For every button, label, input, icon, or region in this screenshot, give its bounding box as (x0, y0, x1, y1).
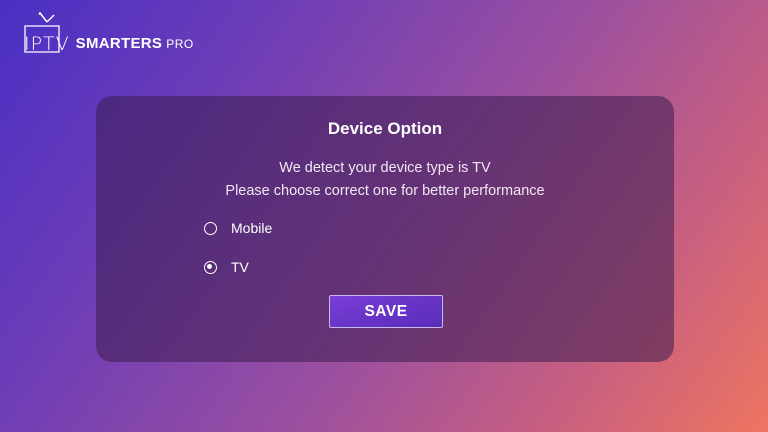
logo-smarters-text: SMARTERS (75, 35, 163, 52)
antenna-icon (38, 12, 55, 23)
option-tv-label: TV (231, 259, 249, 275)
dialog-message-line1: We detect your device type is TV (279, 160, 491, 176)
device-option-dialog: Device Option We detect your device type… (96, 96, 674, 362)
radio-mobile[interactable] (204, 221, 217, 235)
app-logo: IPTV SMARTERS PRO (22, 12, 194, 56)
dialog-message-line2: Please choose correct one for better per… (225, 183, 545, 199)
option-mobile[interactable]: Mobile (204, 220, 272, 236)
logo-pro-text: PRO (166, 37, 194, 51)
radio-tv[interactable] (204, 260, 217, 274)
logo-iptv-text: IPTV (24, 33, 70, 55)
dialog-title: Device Option (327, 119, 443, 138)
save-button[interactable]: SAVE (329, 295, 443, 328)
option-tv[interactable]: TV (204, 259, 249, 275)
option-mobile-label: Mobile (231, 220, 273, 236)
